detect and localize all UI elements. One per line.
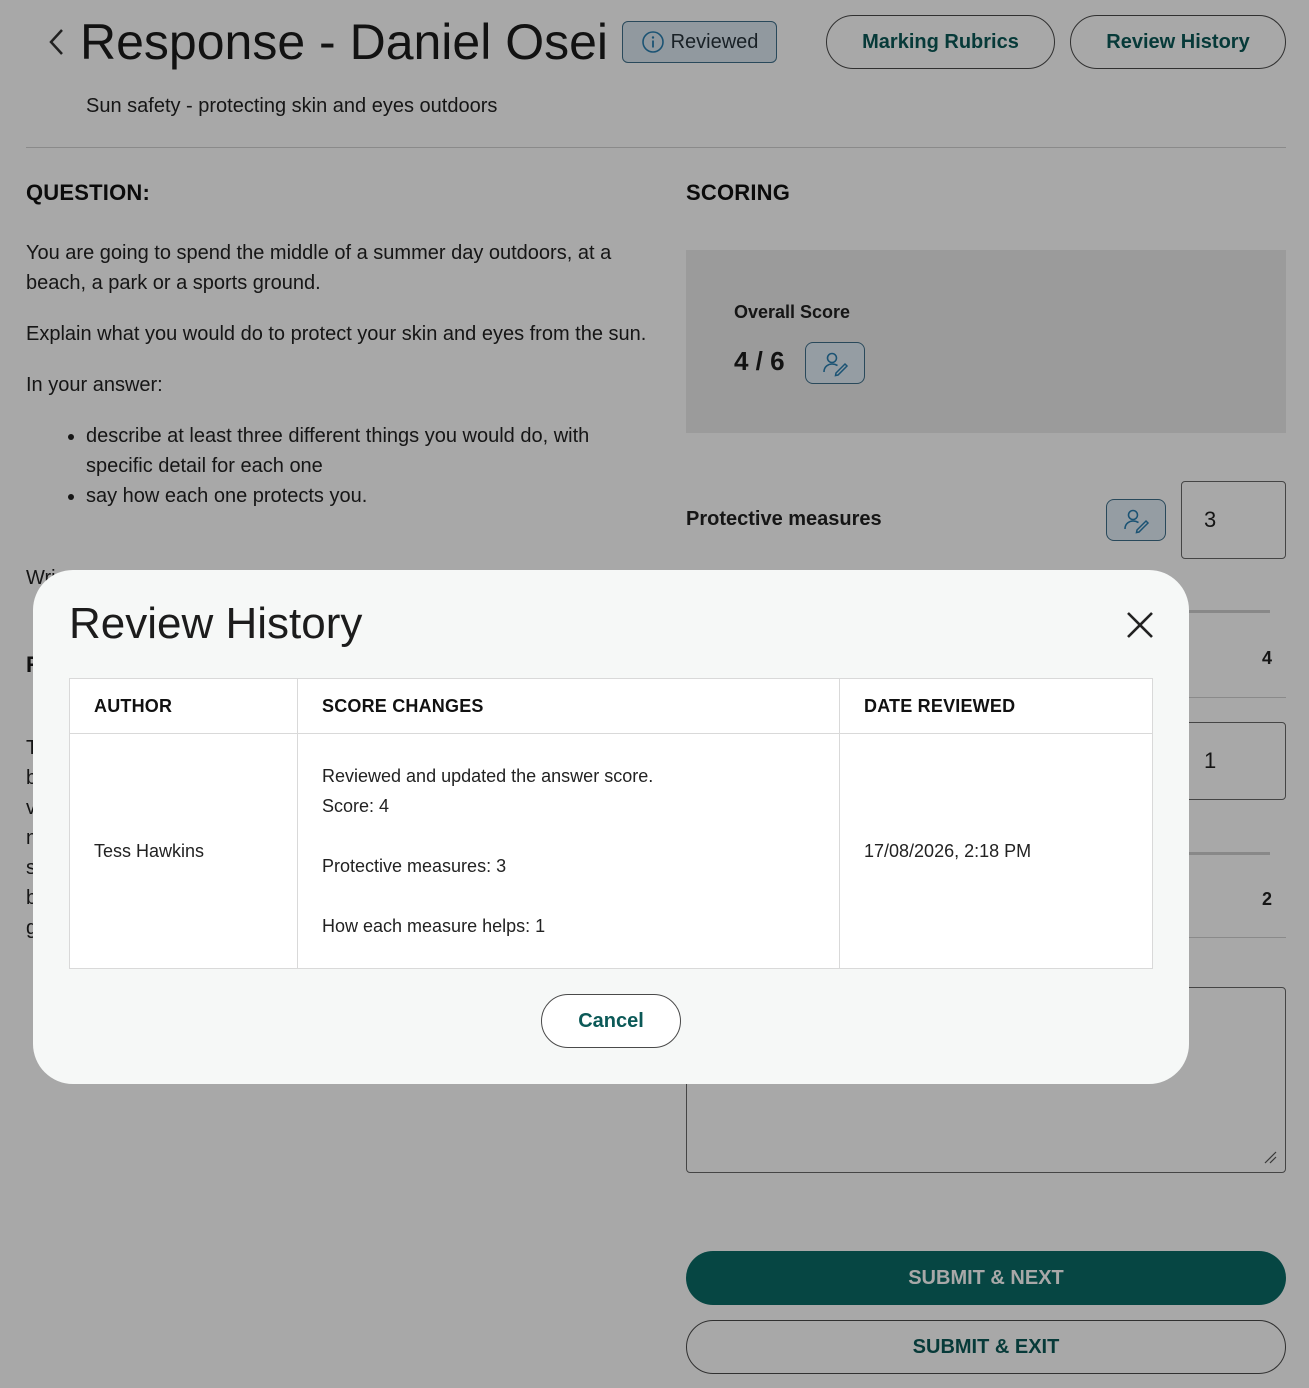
table-row: Tess Hawkins Reviewed and updated the an… [69, 733, 1153, 969]
column-header-author: AUTHOR [69, 678, 298, 734]
date-reviewed-cell: 17/08/2026, 2:18 PM [839, 733, 1153, 969]
cancel-button[interactable]: Cancel [541, 994, 681, 1048]
score-changes-cell: Reviewed and updated the answer score. S… [297, 733, 840, 969]
changes-summary: Reviewed and updated the answer score. [322, 766, 654, 786]
response-page: Response - Daniel Osei Reviewed Marking … [0, 0, 1309, 1388]
changes-criterion: How each measure helps: 1 [322, 916, 546, 936]
column-header-score-changes: SCORE CHANGES [297, 678, 840, 734]
table-header-row: AUTHOR SCORE CHANGES DATE REVIEWED [69, 678, 1153, 734]
changes-score: Score: 4 [322, 796, 390, 816]
close-icon[interactable] [1123, 608, 1157, 642]
review-history-table: AUTHOR SCORE CHANGES DATE REVIEWED Tess … [69, 678, 1153, 969]
column-header-date-reviewed: DATE REVIEWED [839, 678, 1153, 734]
changes-criterion: Protective measures: 3 [322, 856, 507, 876]
modal-title: Review History [69, 599, 363, 648]
review-history-modal: Review History AUTHOR SCORE CHANGES DATE… [33, 570, 1189, 1084]
author-cell: Tess Hawkins [69, 733, 298, 969]
